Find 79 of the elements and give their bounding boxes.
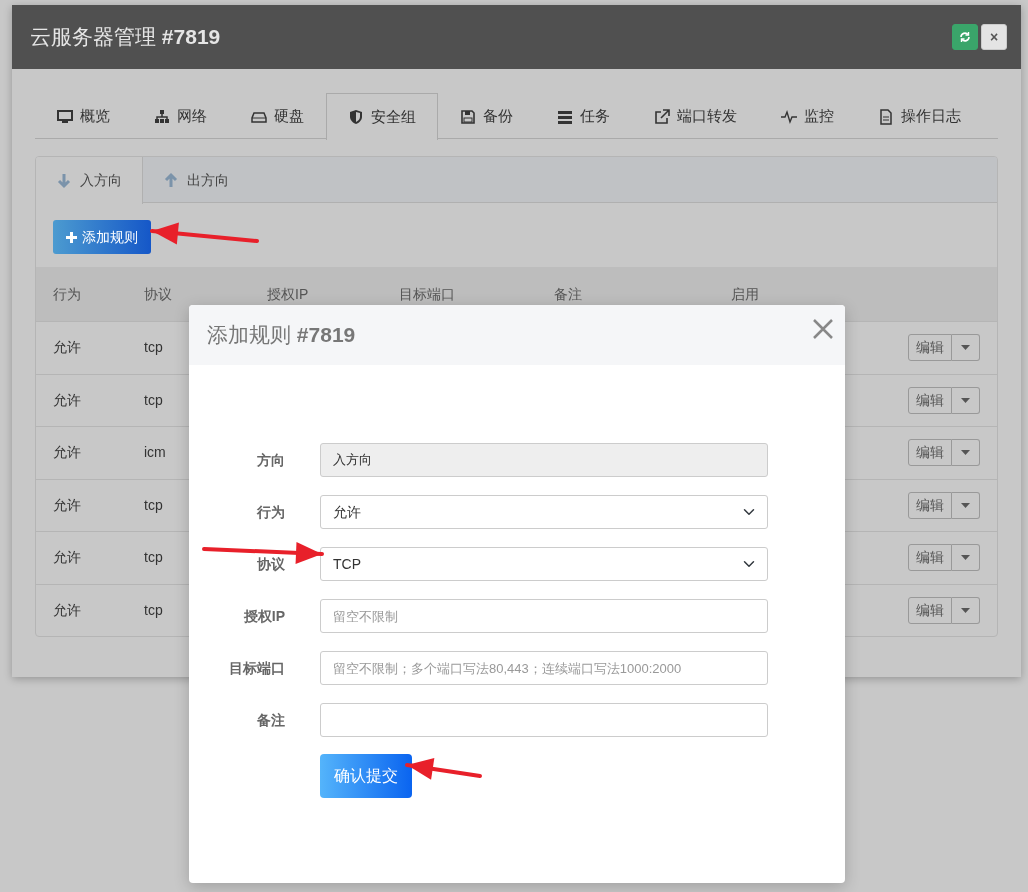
dropdown-toggle-button[interactable] (952, 491, 980, 519)
dialog-title: 添加规则 #7819 (207, 322, 356, 349)
close-icon (813, 318, 833, 339)
shield-icon (348, 109, 364, 125)
readonly-field[interactable]: 入方向 (320, 443, 768, 477)
tab[interactable]: 备份 (438, 93, 535, 139)
table-cell: tcp (144, 549, 163, 566)
document-icon (878, 108, 894, 125)
edit-button[interactable]: 编辑 (908, 596, 952, 624)
direction-tab[interactable]: 入方向 (36, 157, 143, 204)
field-label: 备注 (256, 710, 285, 730)
dropdown-toggle-button[interactable] (952, 386, 980, 414)
select-field[interactable]: TCP (320, 547, 768, 581)
tab[interactable]: 监控 (759, 93, 856, 139)
table-cell: 允许 (53, 601, 81, 618)
table-cell: icm (144, 444, 166, 461)
table-cell: 允许 (53, 549, 81, 566)
caret-icon (961, 397, 970, 403)
edit-button[interactable]: 编辑 (908, 334, 952, 362)
column-header: 协议 (144, 285, 172, 302)
monitor-icon (57, 108, 73, 125)
floppy-icon (460, 108, 476, 125)
tab[interactable]: 概览 (35, 93, 132, 139)
external-link-icon (654, 108, 670, 125)
close-button[interactable] (813, 317, 833, 339)
caret-icon (961, 607, 970, 613)
tab[interactable]: 任务 (535, 93, 632, 139)
dropdown-toggle-button[interactable] (952, 544, 980, 572)
column-header: 启用 (731, 285, 759, 302)
column-header: 行为 (53, 285, 81, 302)
tab[interactable]: 操作日志 (856, 93, 983, 139)
dropdown-toggle-button[interactable] (952, 596, 980, 624)
select-field[interactable]: 允许 (320, 495, 768, 529)
arrow-up-icon (163, 172, 179, 188)
table-cell: 允许 (53, 496, 81, 513)
table-cell: tcp (144, 339, 163, 356)
caret-icon (961, 555, 970, 561)
table-cell: tcp (144, 391, 163, 408)
field-label: 协议 (256, 554, 285, 574)
dropdown-toggle-button[interactable] (952, 334, 980, 362)
column-header: 授权IP (267, 285, 309, 302)
caret-icon (961, 450, 970, 456)
sitemap-icon (154, 108, 170, 125)
field-label: 目标端口 (228, 658, 285, 678)
window-title: 云服务器管理 #7819 (30, 24, 221, 51)
table-cell: tcp (144, 601, 163, 618)
table-cell: 允许 (53, 391, 81, 408)
field-label: 方向 (256, 450, 285, 470)
refresh-icon (958, 31, 971, 43)
dropdown-toggle-button[interactable] (952, 439, 980, 467)
input-field[interactable]: 留空不限制；多个端口写法80,443；连续端口写法1000:2000 (320, 651, 768, 685)
tab[interactable]: 硬盘 (229, 93, 326, 139)
table-cell: 允许 (53, 339, 81, 356)
close-button[interactable]: × (981, 24, 1007, 50)
tab[interactable]: 端口转发 (632, 93, 759, 139)
caret-icon (961, 502, 970, 508)
field-label: 授权IP (242, 606, 285, 626)
tab[interactable]: 安全组 (326, 93, 438, 140)
column-header: 备注 (554, 285, 582, 302)
table-cell: tcp (144, 496, 163, 513)
edit-button[interactable]: 编辑 (908, 439, 952, 467)
input-field[interactable]: 留空不限制 (320, 599, 768, 633)
server-icon (557, 108, 573, 125)
input-field[interactable] (320, 703, 768, 737)
pulse-icon (781, 108, 797, 125)
edit-button[interactable]: 编辑 (908, 544, 952, 572)
field-label: 行为 (256, 502, 285, 522)
tab[interactable]: 网络 (132, 93, 229, 139)
edit-button[interactable]: 编辑 (908, 491, 952, 519)
column-header: 目标端口 (399, 285, 455, 302)
submit-button[interactable]: 确认提交 (320, 754, 412, 798)
add-rule-button[interactable]: 添加规则 (53, 220, 151, 254)
plus-icon (66, 231, 77, 243)
table-cell: 允许 (53, 444, 81, 461)
direction-tab[interactable]: 出方向 (143, 157, 250, 203)
arrow-down-icon (56, 172, 72, 189)
edit-button[interactable]: 编辑 (908, 386, 952, 414)
caret-icon (961, 345, 970, 351)
refresh-button[interactable] (951, 24, 978, 50)
